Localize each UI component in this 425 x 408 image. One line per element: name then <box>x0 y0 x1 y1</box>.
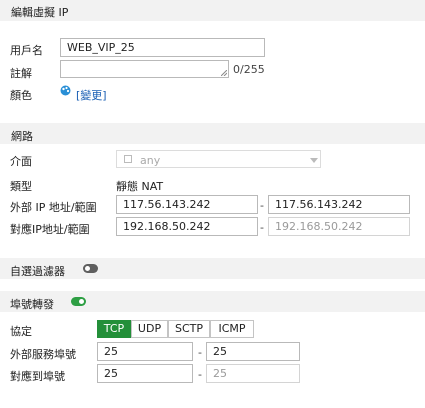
external-ip-start-input[interactable]: 117.56.143.242 <box>116 195 258 214</box>
name-input[interactable]: WEB_VIP_25 <box>60 38 265 57</box>
network-title: 網路 <box>11 130 33 143</box>
resize-handle-icon[interactable] <box>221 70 227 76</box>
type-label: 類型 <box>10 180 32 193</box>
edit-vip-title: 編輯虛擬 IP <box>11 6 69 19</box>
comment-label: 註解 <box>10 67 32 80</box>
palette-icon <box>60 85 71 96</box>
color-label: 顏色 <box>10 89 32 102</box>
range-separator: - <box>260 199 264 212</box>
port-forwarding-header: 埠號轉發 <box>0 291 425 312</box>
mapped-port-start-input[interactable]: 25 <box>97 364 193 383</box>
network-header: 網路 <box>0 123 425 144</box>
interface-label: 介面 <box>10 155 32 168</box>
protocol-tcp-button[interactable]: TCP <box>97 320 131 338</box>
external-ip-label: 外部 IP 地址/範圍 <box>10 201 97 214</box>
mapped-ip-label: 對應IP地址/範圍 <box>10 223 90 236</box>
color-change-link[interactable]: [變更] <box>76 87 107 103</box>
external-ip-end-input[interactable]: 117.56.143.242 <box>268 195 410 214</box>
mapped-port-label: 對應到埠號 <box>10 370 65 383</box>
interface-value: any <box>140 154 161 167</box>
edit-vip-header: 編輯虛擬 IP <box>0 0 425 21</box>
mapped-ip-start-input[interactable]: 192.168.50.242 <box>116 217 258 236</box>
mapped-port-end-input: 25 <box>206 364 300 383</box>
interface-select[interactable]: any <box>116 150 321 168</box>
range-separator: - <box>260 221 264 234</box>
comment-counter: 0/255 <box>233 63 265 76</box>
chevron-down-icon <box>310 158 318 163</box>
interface-checkbox <box>124 155 132 163</box>
comment-textarea[interactable] <box>60 60 229 78</box>
optional-filters-label: 自選過濾器 <box>10 265 65 278</box>
optional-filters-header: 自選過濾器 <box>0 258 425 279</box>
range-separator: - <box>198 368 202 381</box>
optional-filters-toggle[interactable] <box>83 264 98 273</box>
toggle-knob <box>85 266 90 271</box>
protocol-sctp-button[interactable]: SCTP <box>168 320 210 338</box>
mapped-ip-end-input: 192.168.50.242 <box>268 217 410 236</box>
toggle-knob <box>79 299 84 304</box>
range-separator: - <box>198 346 202 359</box>
port-forwarding-toggle[interactable] <box>71 297 86 306</box>
external-port-start-input[interactable]: 25 <box>97 342 193 361</box>
protocol-icmp-button[interactable]: ICMP <box>210 320 254 338</box>
name-label: 用戶名 <box>10 44 43 57</box>
external-port-label: 外部服務埠號 <box>10 348 76 361</box>
protocol-label: 協定 <box>10 325 32 338</box>
protocol-udp-button[interactable]: UDP <box>131 320 168 338</box>
type-value: 靜態 NAT <box>116 180 164 193</box>
external-port-end-input[interactable]: 25 <box>206 342 300 361</box>
port-forwarding-label: 埠號轉發 <box>10 298 54 311</box>
